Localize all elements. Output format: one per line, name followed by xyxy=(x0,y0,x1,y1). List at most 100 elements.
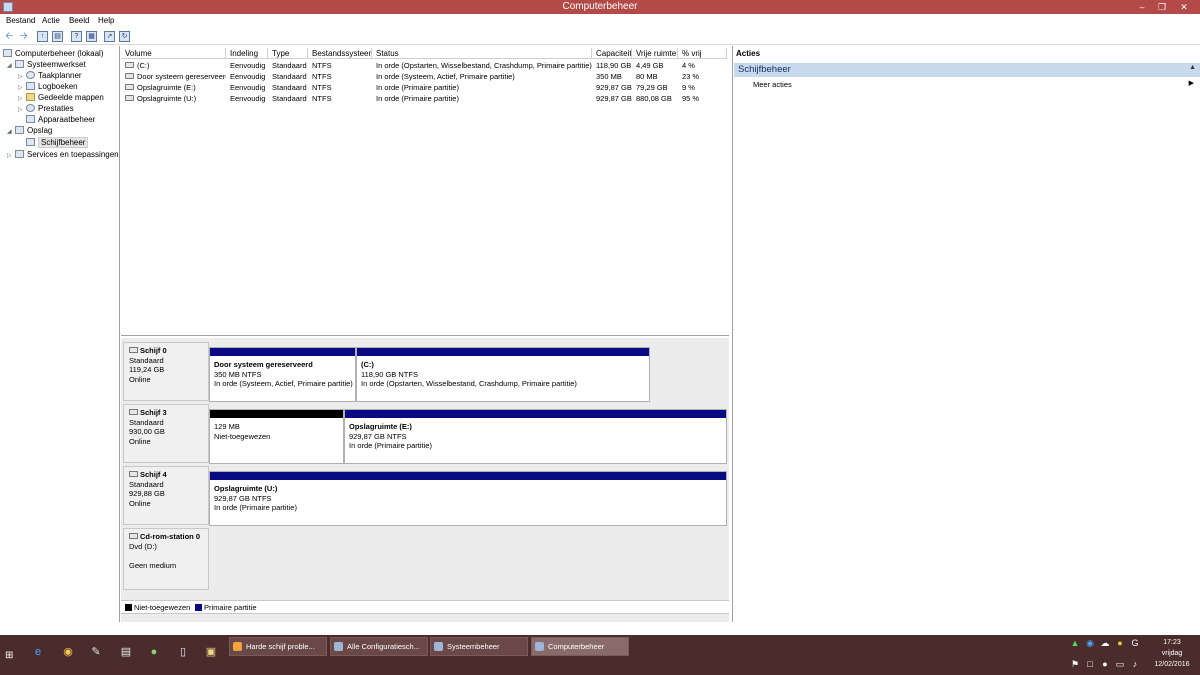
disk-label[interactable]: Schijf 0 Standaard 119,24 GB Online xyxy=(123,342,209,401)
help-icon[interactable]: ? xyxy=(71,31,82,42)
disk-row-schijf-3: Schijf 3 Standaard 930,00 GB Online 129 … xyxy=(123,404,727,464)
menu-actie[interactable]: Actie xyxy=(42,16,60,25)
partition-c[interactable]: (C:) 118,90 GB NTFS In orde (Opstarten, … xyxy=(356,347,650,402)
column-header-volume[interactable]: Volume xyxy=(121,48,226,59)
actions-pane: Acties Schijfbeheer ▲ Meer acties ▶ xyxy=(732,46,1200,622)
taskbar-task-harde-schijf[interactable]: Harde schijf proble... xyxy=(229,637,327,656)
partition-e[interactable]: Opslagruimte (E:) 929,87 GB NTFS In orde… xyxy=(344,409,727,464)
submenu-arrow-icon[interactable]: ▶ xyxy=(1189,79,1194,87)
taskbar-task-configuratie[interactable]: Alle Configuratiesch... xyxy=(330,637,428,656)
tree-item-gedeelde-mappen[interactable]: ▷ Gedeelde mappen xyxy=(18,92,104,103)
tray-network-icon[interactable]: ▲ xyxy=(1070,638,1080,648)
partition-u[interactable]: Opslagruimte (U:) 929,87 GB NTFS In orde… xyxy=(209,471,727,526)
tray-monitor-icon[interactable]: ▭ xyxy=(1115,659,1125,669)
paint-icon[interactable]: ✎ xyxy=(85,641,107,663)
disk-icon xyxy=(129,471,138,477)
tree-item-prestaties[interactable]: ▷ Prestaties xyxy=(18,103,74,114)
computer-management-task-icon xyxy=(535,642,544,651)
back-arrow-icon[interactable]: 🡠 xyxy=(4,31,15,42)
collapsed-arrow-icon[interactable]: ▷ xyxy=(18,105,26,116)
disk-label[interactable]: Schijf 4 Standaard 929,88 GB Online xyxy=(123,466,209,525)
legend-label-unallocated: Niet-toegewezen xyxy=(134,603,191,612)
forward-arrow-icon[interactable]: 🡢 xyxy=(18,31,29,42)
tree-item-logboeken[interactable]: ▷ Logboeken xyxy=(18,81,78,92)
collapsed-arrow-icon[interactable]: ▷ xyxy=(7,151,15,162)
expanded-arrow-icon[interactable]: ◢ xyxy=(7,61,15,72)
disk-graphical-view: Schijf 0 Standaard 119,24 GB Online Door… xyxy=(121,338,729,622)
device-manager-icon xyxy=(26,115,35,123)
legend-label-primary: Primaire partitie xyxy=(204,603,257,612)
menu-beeld[interactable]: Beeld xyxy=(69,16,89,25)
menu-help[interactable]: Help xyxy=(98,16,114,25)
menu-bar: Bestand Actie Beeld Help xyxy=(0,14,1200,28)
tree-item-taakplanner[interactable]: ▷ Taakplanner xyxy=(18,70,82,81)
more-actions-item[interactable]: Meer acties xyxy=(753,80,792,89)
tray-nvidia-icon[interactable]: ● xyxy=(1100,659,1110,669)
drive-icon xyxy=(125,95,134,101)
minimize-icon[interactable]: – xyxy=(1132,0,1152,14)
show-hide-tree-icon[interactable]: ▤ xyxy=(52,31,63,42)
toolbar: 🡠 🡢 ↑ ▤ ? ▦ ↗ ↻ xyxy=(0,28,1200,45)
column-header-status[interactable]: Status xyxy=(372,48,592,59)
performance-icon xyxy=(26,104,35,112)
folder-icon[interactable]: ▣ xyxy=(200,641,222,663)
close-icon[interactable]: ✕ xyxy=(1174,0,1194,14)
notepad-icon[interactable]: ▤ xyxy=(115,641,137,663)
column-header-indeling[interactable]: Indeling xyxy=(226,48,268,59)
tree-item-services[interactable]: ▷ Services en toepassingen xyxy=(7,149,119,160)
table-row[interactable]: Opslagruimte (U:) Eenvoudig Standaard NT… xyxy=(121,93,729,104)
cdrom-icon xyxy=(129,533,138,539)
windows-start-icon[interactable]: ⊞ xyxy=(5,650,13,661)
taskbar-task-computerbeheer[interactable]: Computerbeheer xyxy=(531,637,629,656)
up-folder-icon[interactable]: ↑ xyxy=(37,31,48,42)
tray-network-bars-icon[interactable]: □ xyxy=(1085,659,1095,669)
chrome-icon[interactable]: ◉ xyxy=(57,641,79,663)
column-header-type[interactable]: Type xyxy=(268,48,308,59)
table-row[interactable]: Door systeem gereserveerd Eenvoudig Stan… xyxy=(121,71,729,82)
taskbar-clock[interactable]: 17:23 vrijdag 12/02/2016 xyxy=(1152,637,1192,670)
menu-bestand[interactable]: Bestand xyxy=(6,16,35,25)
properties-icon[interactable]: ▦ xyxy=(86,31,97,42)
tray-volume-icon[interactable]: ♪ xyxy=(1130,659,1140,669)
tree-item-computerbeheer[interactable]: Computerbeheer (lokaal) xyxy=(3,48,104,59)
restore-icon[interactable]: ❐ xyxy=(1152,0,1172,14)
window-title: Computerbeheer xyxy=(562,1,638,12)
tree-item-systeemwerkset[interactable]: ◢ Systeemwerkset xyxy=(7,59,86,70)
tree-item-apparaatbeheer[interactable]: Apparaatbeheer xyxy=(26,114,95,125)
taskbar-task-systeembeheer[interactable]: Systeembeheer xyxy=(430,637,528,656)
disk-label[interactable]: Schijf 3 Standaard 930,00 GB Online xyxy=(123,404,209,463)
center-pane: Volume Indeling Type Bestandssysteem Sta… xyxy=(121,46,729,622)
tray-sync-icon[interactable]: ◉ xyxy=(1085,638,1095,648)
legend-swatch-unallocated xyxy=(125,604,132,611)
collapse-caret-icon[interactable]: ▲ xyxy=(1189,64,1196,71)
disk-label[interactable]: Cd-rom-station 0 Dvd (D:) Geen medium xyxy=(123,528,209,590)
android-icon[interactable]: ● xyxy=(143,641,165,663)
column-header-bestandssysteem[interactable]: Bestandssysteem xyxy=(308,48,372,59)
tree-item-opslag[interactable]: ◢ Opslag xyxy=(7,125,52,136)
tray-g-icon[interactable]: G xyxy=(1130,638,1140,648)
actions-section-schijfbeheer[interactable]: Schijfbeheer ▲ xyxy=(734,63,1200,77)
disk-icon xyxy=(129,409,138,415)
column-header-vrije-ruimte[interactable]: Vrije ruimte xyxy=(632,48,678,59)
export-icon[interactable]: ↗ xyxy=(104,31,115,42)
expanded-arrow-icon[interactable]: ◢ xyxy=(7,127,15,138)
tree-item-schijfbeheer[interactable]: Schijfbeheer xyxy=(26,137,89,148)
volume-list: Volume Indeling Type Bestandssysteem Sta… xyxy=(121,46,729,336)
table-row[interactable]: (C:) Eenvoudig Standaard NTFS In orde (O… xyxy=(121,60,729,71)
phone-icon[interactable]: ▯ xyxy=(172,641,194,663)
drive-icon xyxy=(125,62,134,68)
tray-cloud-icon[interactable]: ☁ xyxy=(1100,638,1110,648)
refresh-icon[interactable]: ↻ xyxy=(119,31,130,42)
computer-management-icon xyxy=(3,49,12,57)
tray-flag-icon[interactable]: ⚑ xyxy=(1070,659,1080,669)
task-scheduler-icon xyxy=(26,71,35,79)
table-row[interactable]: Opslagruimte (E:) Eenvoudig Standaard NT… xyxy=(121,82,729,93)
column-header-percent-vrij[interactable]: % vrij xyxy=(678,48,727,59)
column-header-capaciteit[interactable]: Capaciteit xyxy=(592,48,632,59)
tray-app-icon[interactable]: ● xyxy=(1115,638,1125,648)
volume-list-header: Volume Indeling Type Bestandssysteem Sta… xyxy=(121,48,729,59)
partition-unallocated[interactable]: 129 MB Niet-toegewezen xyxy=(209,409,344,464)
ie-icon[interactable]: e xyxy=(27,641,49,663)
clock-date: 12/02/2016 xyxy=(1154,661,1190,668)
partition-system-reserved[interactable]: Door systeem gereserveerd 350 MB NTFS In… xyxy=(209,347,356,402)
